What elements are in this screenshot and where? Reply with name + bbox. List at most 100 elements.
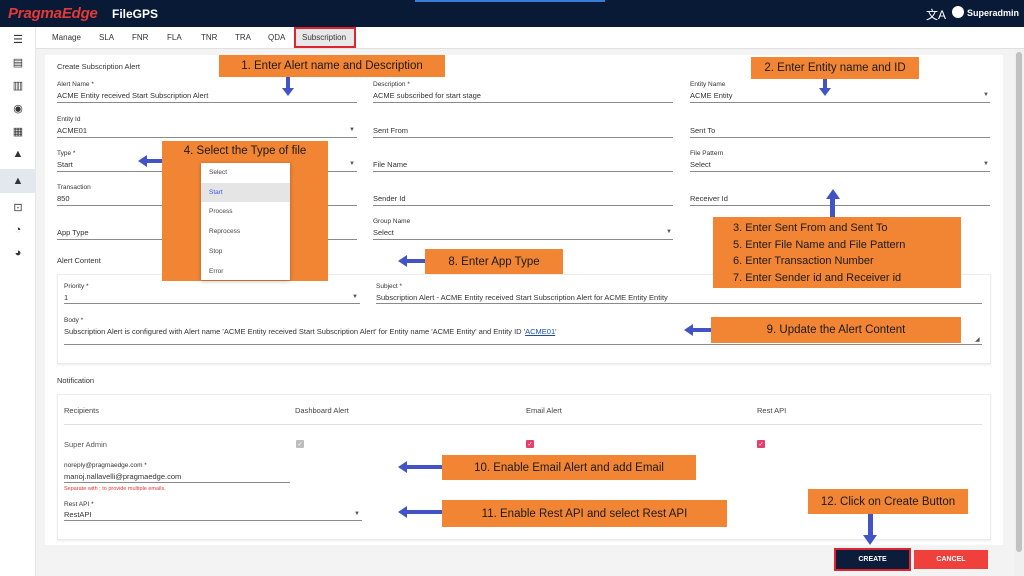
tab-subscription[interactable]: Subscription bbox=[302, 33, 346, 42]
rest-api-header: Rest API bbox=[757, 406, 787, 415]
description-underline bbox=[373, 102, 673, 103]
chevron-down-icon[interactable]: ▼ bbox=[983, 92, 989, 98]
entity-name-select[interactable]: ACME Entity bbox=[690, 91, 733, 100]
files-icon[interactable]: ▤ bbox=[10, 54, 26, 70]
type-option[interactable]: Process bbox=[209, 208, 232, 215]
entity-id-label: Entity Id bbox=[57, 116, 81, 123]
sender-id-input[interactable]: Sender Id bbox=[373, 194, 406, 203]
user-name[interactable]: Superadmin bbox=[967, 8, 1019, 18]
chevron-down-icon[interactable]: ▼ bbox=[349, 161, 355, 167]
body-entity-link: ACME01 bbox=[525, 327, 556, 336]
entity-name-underline bbox=[690, 102, 990, 103]
email-underline bbox=[64, 482, 290, 483]
body-text-end: ' bbox=[555, 327, 557, 336]
alert-name-input[interactable]: ACME Entity received Start Subscription … bbox=[57, 91, 208, 100]
chevron-down-icon[interactable]: ▼ bbox=[983, 161, 989, 167]
annotation-6: 6. Enter Transaction Number bbox=[733, 255, 874, 267]
description-label: Description * bbox=[373, 81, 410, 88]
transaction-label: Transaction bbox=[57, 184, 91, 191]
settings-icon[interactable]: ⊡ bbox=[10, 199, 26, 215]
dashboard-alert-checkbox[interactable]: ✓ bbox=[296, 440, 304, 448]
entity-id-select[interactable]: ACME01 bbox=[57, 126, 87, 135]
group-name-underline bbox=[373, 239, 673, 240]
body-underline bbox=[64, 344, 982, 345]
file-pattern-label: File Pattern bbox=[690, 150, 724, 157]
type-option[interactable]: Stop bbox=[209, 248, 222, 255]
subject-label: Subject * bbox=[376, 283, 403, 290]
chevron-down-icon[interactable]: ▼ bbox=[352, 294, 358, 300]
translate-icon[interactable]: 文A bbox=[926, 6, 946, 23]
annotation-8: 8. Enter App Type bbox=[425, 249, 563, 274]
annotation-1: 1. Enter Alert name and Description bbox=[219, 55, 445, 77]
type-select[interactable]: Start bbox=[57, 160, 73, 169]
annotation-11: 11. Enable Rest API and select Rest API bbox=[442, 500, 727, 527]
menu-icon[interactable]: ☰ bbox=[10, 31, 26, 47]
alert-settings-icon[interactable]: ▲ bbox=[0, 169, 36, 193]
logo: PragmaEdge bbox=[8, 5, 98, 22]
tab-sla[interactable]: SLA bbox=[99, 33, 114, 42]
rest-api-checkbox[interactable]: ✓ bbox=[757, 440, 765, 448]
tab-bar bbox=[36, 27, 1024, 49]
type-option[interactable]: Error bbox=[209, 268, 223, 275]
create-button[interactable]: CREATE bbox=[836, 550, 909, 569]
rest-api-select[interactable]: RestAPI bbox=[64, 510, 92, 519]
body-textarea[interactable]: Subscription Alert is configured with Al… bbox=[64, 327, 557, 336]
file-name-input[interactable]: File Name bbox=[373, 160, 407, 169]
users-icon[interactable]: ◕ bbox=[10, 245, 26, 261]
tab-manage[interactable]: Manage bbox=[52, 33, 81, 42]
type-option[interactable]: Start bbox=[209, 189, 223, 196]
chevron-down-icon[interactable]: ▼ bbox=[666, 229, 672, 235]
tab-fnr[interactable]: FNR bbox=[132, 33, 148, 42]
user-avatar-icon[interactable] bbox=[952, 6, 964, 18]
sidebar: ☰ ▤ ▥ ◉ ▦ ▲ ▲ ⊡ ◔ ◕ bbox=[0, 27, 36, 576]
file-pattern-select[interactable]: Select bbox=[690, 160, 711, 169]
annotation-9: 9. Update the Alert Content bbox=[711, 317, 961, 343]
top-accent-line bbox=[415, 0, 605, 2]
annotation-3-7: 3. Enter Sent From and Sent To 5. Enter … bbox=[713, 217, 961, 288]
annotation-12: 12. Click on Create Button bbox=[808, 489, 968, 514]
annotation-2: 2. Enter Entity name and ID bbox=[751, 57, 919, 79]
email-input[interactable]: manoj.nallavelli@pragmaedge.com bbox=[64, 472, 181, 481]
receiver-id-underline bbox=[690, 205, 990, 206]
type-option[interactable]: Reprocess bbox=[209, 228, 240, 235]
arrow-head-icon bbox=[819, 88, 831, 96]
tab-tra[interactable]: TRA bbox=[235, 33, 251, 42]
alert-name-underline bbox=[57, 102, 357, 103]
alert-content-title: Alert Content bbox=[57, 256, 101, 265]
app-type-input[interactable]: App Type bbox=[57, 228, 89, 237]
document-icon[interactable]: ▦ bbox=[10, 123, 26, 139]
tab-tnr[interactable]: TNR bbox=[201, 33, 217, 42]
chart-icon[interactable]: ▥ bbox=[10, 77, 26, 93]
sent-from-input[interactable]: Sent From bbox=[373, 126, 408, 135]
email-alert-checkbox[interactable]: ✓ bbox=[526, 440, 534, 448]
transaction-input[interactable]: 850 bbox=[57, 194, 70, 203]
rest-api-label: Rest API * bbox=[64, 501, 94, 508]
chevron-down-icon[interactable]: ▼ bbox=[349, 127, 355, 133]
group-name-select[interactable]: Select bbox=[373, 228, 394, 237]
email-alert-header: Email Alert bbox=[526, 406, 562, 415]
bell-icon[interactable]: ▲ bbox=[10, 146, 26, 162]
description-input[interactable]: ACME subscribed for start stage bbox=[373, 91, 481, 100]
arrow-icon bbox=[868, 514, 873, 536]
scrollbar-thumb[interactable] bbox=[1016, 52, 1022, 552]
cancel-button[interactable]: CANCEL bbox=[914, 550, 988, 569]
arrow-icon bbox=[830, 198, 835, 217]
arrow-icon bbox=[406, 510, 442, 514]
type-dropdown-menu bbox=[201, 163, 290, 280]
sent-to-input[interactable]: Sent To bbox=[690, 126, 715, 135]
resize-handle-icon[interactable]: ◢ bbox=[975, 336, 980, 343]
email-label: noreply@pragmaedge.com * bbox=[64, 462, 147, 469]
account-icon[interactable]: ◉ bbox=[10, 100, 26, 116]
arrow-icon bbox=[406, 259, 425, 263]
tab-fla[interactable]: FLA bbox=[167, 33, 182, 42]
receiver-id-input[interactable]: Receiver Id bbox=[690, 194, 728, 203]
priority-label: Priority * bbox=[64, 283, 89, 290]
sender-id-underline bbox=[373, 205, 673, 206]
tab-qda[interactable]: QDA bbox=[268, 33, 285, 42]
type-option[interactable]: Select bbox=[209, 169, 227, 176]
file-name-underline bbox=[373, 171, 673, 172]
chevron-down-icon[interactable]: ▼ bbox=[354, 511, 360, 517]
user-settings-icon[interactable]: ◔ bbox=[10, 222, 26, 238]
subject-input[interactable]: Subscription Alert - ACME Entity receive… bbox=[376, 293, 668, 302]
priority-select[interactable]: 1 bbox=[64, 293, 68, 302]
